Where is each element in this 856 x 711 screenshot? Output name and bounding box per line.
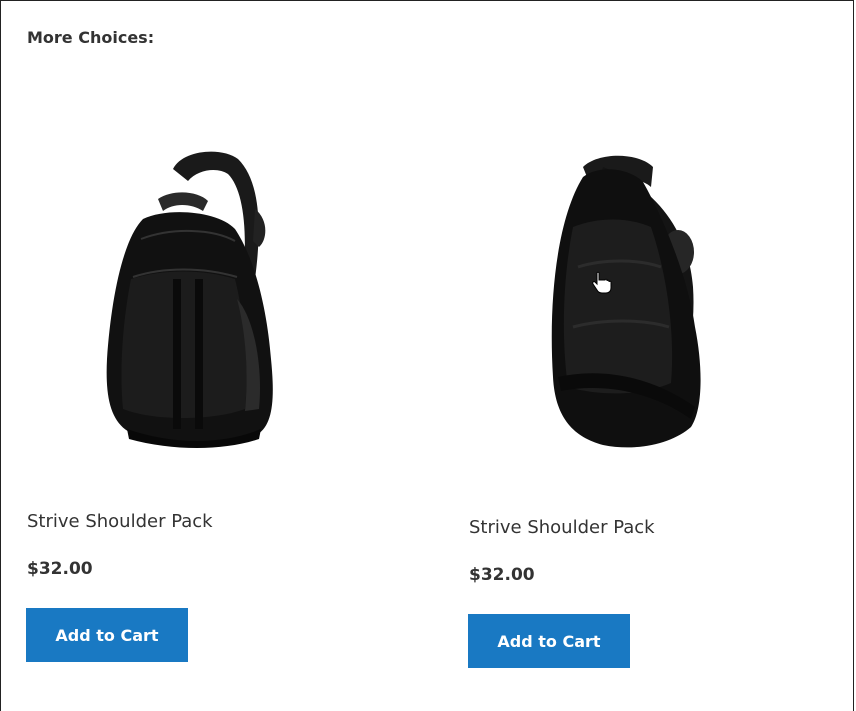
content-frame: More Choices: Strive Shoulder Pack $32.0… (0, 0, 854, 711)
product-image-link[interactable] (23, 129, 347, 469)
product-name-link[interactable]: Strive Shoulder Pack (469, 517, 655, 538)
product-price: $32.00 (27, 559, 93, 579)
backpack-back-image (551, 155, 701, 448)
add-to-cart-button[interactable]: Add to Cart (26, 608, 188, 662)
hand-pointer-icon (592, 271, 612, 294)
product-image-link[interactable] (543, 147, 803, 457)
product-price: $32.00 (469, 565, 535, 585)
product-name-link[interactable]: Strive Shoulder Pack (27, 511, 213, 532)
backpack-front-image (106, 151, 273, 448)
section-heading: More Choices: (27, 28, 155, 47)
add-to-cart-button[interactable]: Add to Cart (468, 614, 630, 668)
